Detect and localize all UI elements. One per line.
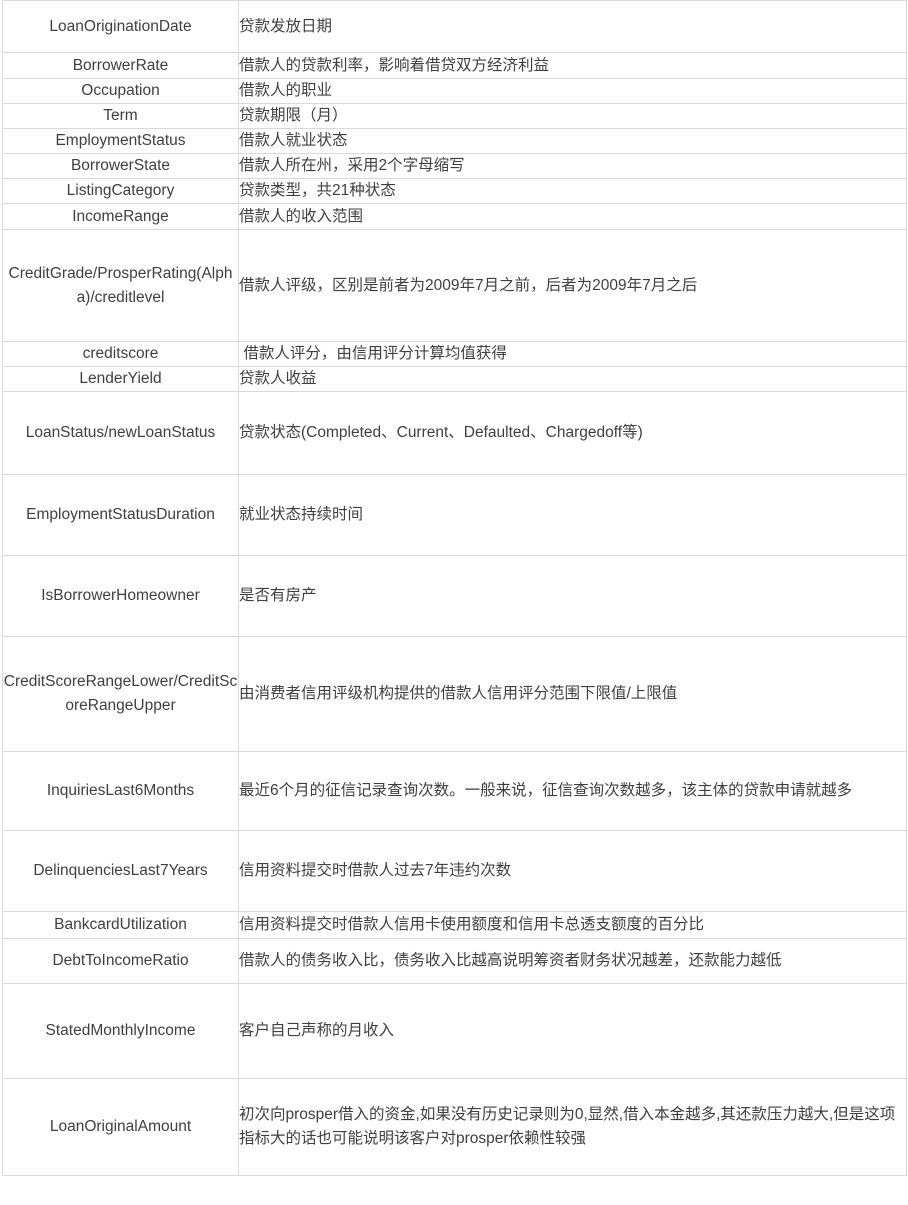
field-description-cell: 贷款状态(Completed、Current、Defaulted、Charged… [238,391,907,475]
field-name-cell: CreditScoreRangeLower/CreditScoreRangeUp… [2,636,239,752]
table-row: creditscore 借款人评分，由信用评分计算均值获得 [2,341,907,367]
document-page: LoanOriginationDate 贷款发放日期 BorrowerRate 借款人… [0,0,908,1205]
table-row: EmploymentStatusDuration 就业状态持续时间 [2,474,907,556]
field-name-cell: BorrowerState [2,153,239,179]
field-description-cell: 由消费者信用评级机构提供的借款人信用评分范围下限值/上限值 [238,636,907,752]
field-description-cell: 初次向prosper借入的资金,如果没有历史记录则为0,显然,借入本金越多,其还… [238,1078,907,1176]
field-description-cell: 借款人的贷款利率，影响着借贷双方经济利益 [238,52,907,79]
field-name-cell: EmploymentStatusDuration [2,474,239,556]
table-row: StatedMonthlyIncome 客户自己声称的月收入 [2,983,907,1079]
field-description-cell: 贷款发放日期 [238,0,907,53]
field-description-cell: 借款人评级，区别是前者为2009年7月之前，后者为2009年7月之后 [238,229,907,342]
field-description-cell: 就业状态持续时间 [238,474,907,556]
field-description-cell: 借款人的收入范围 [238,203,907,230]
field-name-cell: Occupation [2,78,239,104]
field-description-cell: 借款人的职业 [238,78,907,104]
field-name-cell: LoanStatus/newLoanStatus [2,391,239,475]
table-row: ListingCategory 贷款类型，共21种状态 [2,178,907,204]
field-description-cell: 信用资料提交时借款人信用卡使用额度和信用卡总透支额度的百分比 [238,911,907,939]
field-description-cell: 贷款人收益 [238,366,907,392]
field-name-cell: ListingCategory [2,178,239,204]
field-name-cell: Term [2,103,239,129]
table-row: IsBorrowerHomeowner 是否有房产 [2,555,907,637]
field-name-cell: IsBorrowerHomeowner [2,555,239,637]
field-name-cell: LoanOriginationDate [2,0,239,53]
field-description-cell: 借款人所在州，采用2个字母缩写 [238,153,907,179]
data-dictionary-table: LoanOriginationDate 贷款发放日期 BorrowerRate 借款人… [2,0,907,1176]
table-row: DelinquenciesLast7Years 信用资料提交时借款人过去7年违约次… [2,830,907,912]
field-name-cell: BorrowerRate [2,52,239,79]
table-row: EmploymentStatus 借款人就业状态 [2,128,907,154]
field-name-cell: StatedMonthlyIncome [2,983,239,1079]
field-description-cell: 借款人的债务收入比，债务收入比越高说明筹资者财务状况越差，还款能力越低 [238,938,907,984]
field-name-cell: DelinquenciesLast7Years [2,830,239,912]
field-description-cell: 贷款类型，共21种状态 [238,178,907,204]
field-name-cell: DebtToIncomeRatio [2,938,239,984]
table-row: InquiriesLast6Months 最近6个月的征信记录查询次数。一般来说，… [2,751,907,831]
table-row: CreditScoreRangeLower/CreditScoreRangeUp… [2,636,907,752]
table-row: CreditGrade/ProsperRating(Alpha)/creditl… [2,229,907,342]
field-description-cell: 客户自己声称的月收入 [238,983,907,1079]
field-description-cell: 是否有房产 [238,555,907,637]
table-row: DebtToIncomeRatio 借款人的债务收入比，债务收入比越高说明筹资者财… [2,938,907,984]
field-name-cell: IncomeRange [2,203,239,230]
table-row: BankcardUtilization 信用资料提交时借款人信用卡使用额度和信用卡… [2,911,907,939]
table-row: LenderYield 贷款人收益 [2,366,907,392]
table-row: LoanOriginalAmount 初次向prosper借入的资金,如果没有历史… [2,1078,907,1176]
field-description-cell: 借款人就业状态 [238,128,907,154]
field-description-cell: 信用资料提交时借款人过去7年违约次数 [238,830,907,912]
table-row: BorrowerRate 借款人的贷款利率，影响着借贷双方经济利益 [2,52,907,79]
field-name-cell: InquiriesLast6Months [2,751,239,831]
field-description-cell: 最近6个月的征信记录查询次数。一般来说，征信查询次数越多，该主体的贷款申请就越多 [238,751,907,831]
data-dictionary-body: LoanOriginationDate 贷款发放日期 BorrowerRate 借款人… [2,0,907,1176]
field-name-cell: creditscore [2,341,239,367]
table-row: LoanStatus/newLoanStatus 贷款状态(Completed、C… [2,391,907,475]
table-row: Occupation 借款人的职业 [2,78,907,104]
table-row: LoanOriginationDate 贷款发放日期 [2,0,907,53]
table-row: Term 贷款期限（月） [2,103,907,129]
field-name-cell: BankcardUtilization [2,911,239,939]
field-description-cell: 贷款期限（月） [238,103,907,129]
table-row: BorrowerState 借款人所在州，采用2个字母缩写 [2,153,907,179]
field-description-cell: 借款人评分，由信用评分计算均值获得 [238,341,907,367]
table-row: IncomeRange 借款人的收入范围 [2,203,907,230]
field-name-cell: LenderYield [2,366,239,392]
field-name-cell: LoanOriginalAmount [2,1078,239,1176]
field-name-cell: EmploymentStatus [2,128,239,154]
field-name-cell: CreditGrade/ProsperRating(Alpha)/creditl… [2,229,239,342]
